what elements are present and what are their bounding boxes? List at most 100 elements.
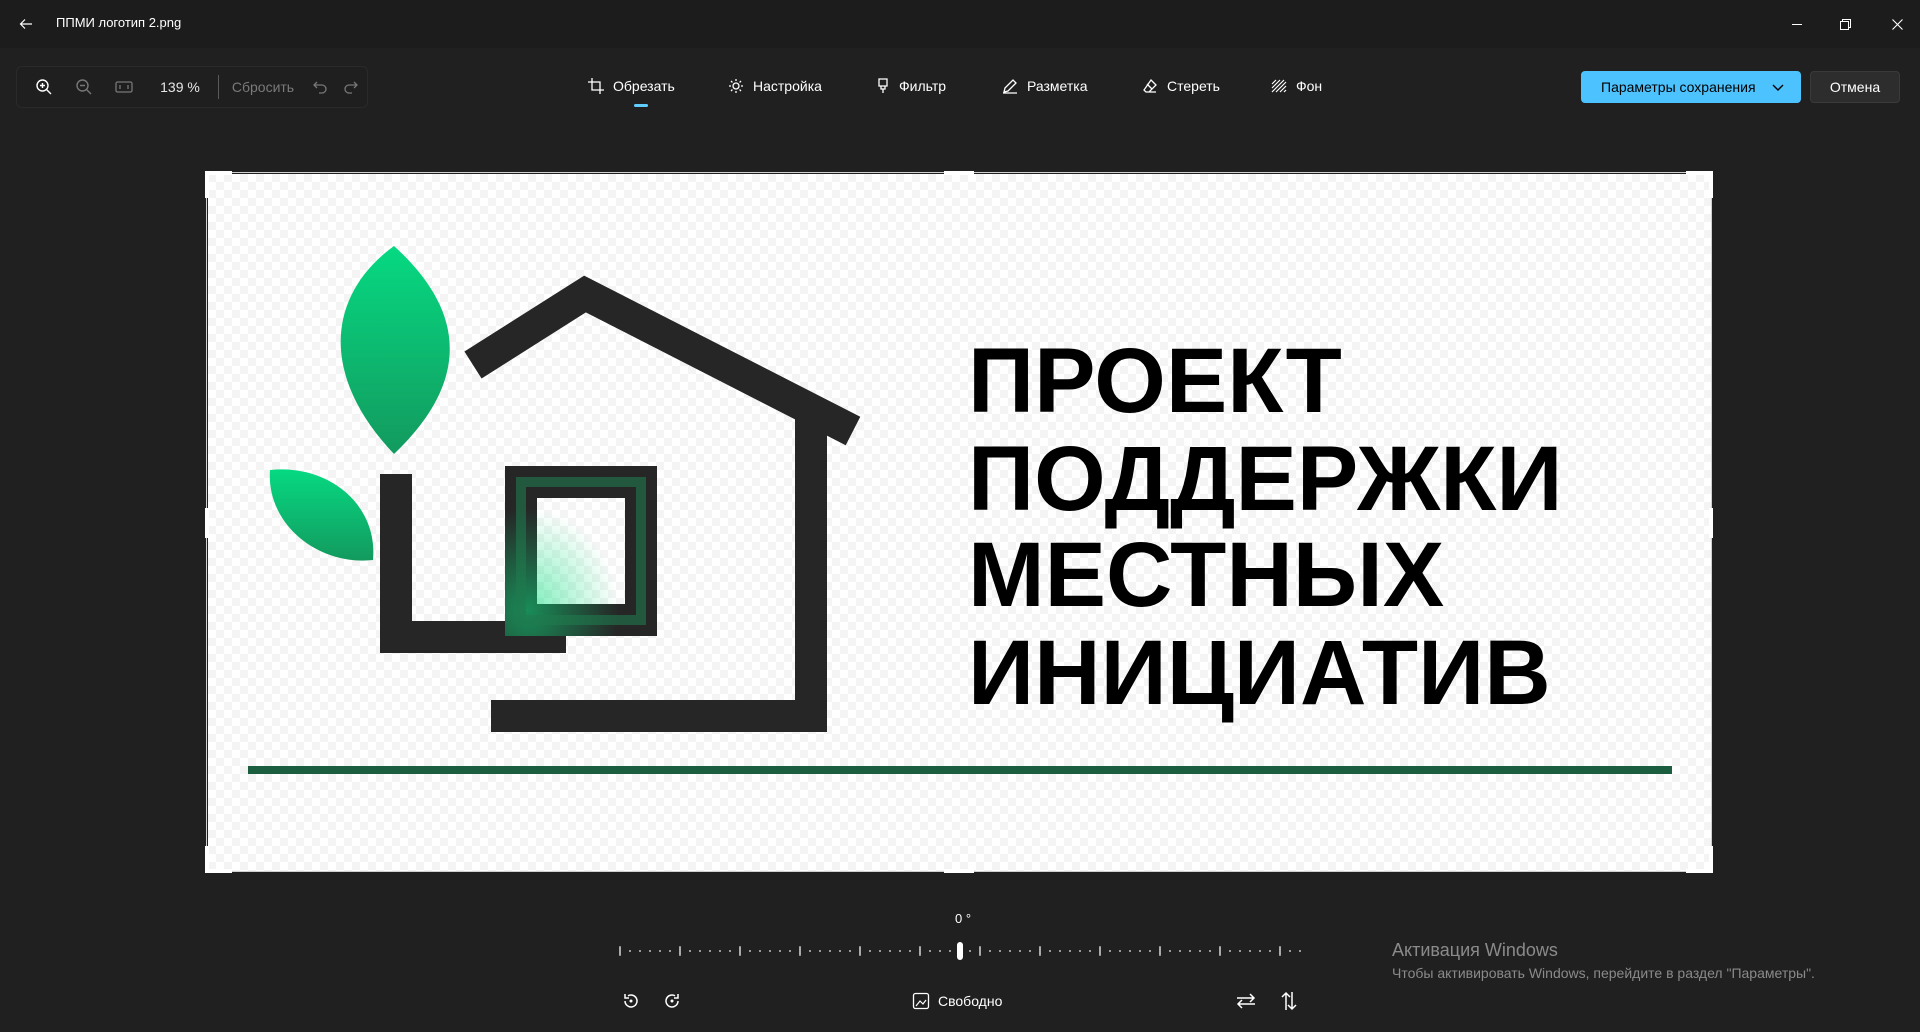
minimize-button[interactable] — [1774, 0, 1820, 48]
cancel-button[interactable]: Отмена — [1810, 71, 1900, 103]
pen-icon — [1003, 79, 1017, 94]
slider-minor-tick — [1059, 950, 1061, 952]
slider-major-tick — [619, 946, 621, 956]
image-canvas[interactable]: ПРОЕКТ ПОДДЕРЖКИ МЕСТНЫХ ИНИЦИАТИВ — [208, 174, 1712, 872]
back-arrow-icon — [19, 19, 32, 29]
crop-handle-bottom-left[interactable] — [204, 844, 234, 874]
zoom-in-button[interactable] — [29, 67, 59, 107]
slider-major-tick — [1219, 946, 1221, 956]
slider-minor-tick — [819, 950, 821, 952]
logo-text-line-4: ИНИЦИАТИВ — [968, 622, 1551, 724]
slider-minor-tick — [1199, 950, 1201, 952]
crop-handle-top-left[interactable] — [204, 170, 234, 200]
active-tool-indicator — [634, 104, 648, 107]
slider-minor-tick — [789, 950, 791, 952]
slider-minor-tick — [1009, 950, 1011, 952]
rotation-angle: 0 ° — [955, 911, 972, 926]
slider-minor-tick — [839, 950, 841, 952]
slider-minor-tick — [709, 950, 711, 952]
slider-minor-tick — [829, 950, 831, 952]
save-options-button[interactable]: Параметры сохранения — [1581, 71, 1801, 103]
slider-minor-tick — [719, 950, 721, 952]
zoom-level[interactable]: 139 % — [149, 67, 211, 107]
aspect-ratio-button[interactable]: Свободно — [912, 988, 1002, 1014]
rotate-left-icon — [624, 994, 638, 1008]
aspect-ratio-icon — [912, 992, 930, 1010]
tool-label: Настройка — [753, 78, 822, 94]
slider-minor-tick — [779, 950, 781, 952]
slider-minor-tick — [1129, 950, 1131, 952]
tool-crop[interactable]: Обрезать — [588, 72, 675, 100]
tool-background[interactable]: Фон — [1271, 72, 1322, 100]
slider-minor-tick — [689, 950, 691, 952]
reset-button[interactable]: Сбросить — [225, 67, 301, 107]
rotate-right-button[interactable] — [656, 985, 688, 1017]
slider-minor-tick — [729, 950, 731, 952]
aspect-ratio-label: Свободно — [938, 993, 1003, 1009]
rotation-thumb[interactable] — [957, 942, 963, 960]
tool-adjust[interactable]: Настройка — [728, 72, 822, 100]
slider-minor-tick — [929, 950, 931, 952]
flip-vertical-button[interactable] — [1273, 985, 1305, 1017]
rotate-right-icon — [665, 994, 679, 1008]
tool-erase[interactable]: Стереть — [1142, 72, 1220, 100]
slider-minor-tick — [869, 950, 871, 952]
activation-watermark-title: Активация Windows — [1392, 940, 1558, 960]
logo-text-line-3: МЕСТНЫХ — [968, 524, 1444, 626]
crop-handle-right[interactable] — [1708, 508, 1714, 538]
close-button[interactable] — [1874, 0, 1920, 48]
slider-minor-tick — [1069, 950, 1071, 952]
flip-horizontal-button[interactable] — [1230, 985, 1262, 1017]
crop-handle-bottom[interactable] — [944, 868, 974, 874]
brightness-icon — [729, 79, 743, 93]
slider-minor-tick — [639, 950, 641, 952]
slider-minor-tick — [1119, 950, 1121, 952]
rotate-left-button[interactable] — [615, 985, 647, 1017]
slider-minor-tick — [669, 950, 671, 952]
slider-minor-tick — [749, 950, 751, 952]
zoom-out-icon — [76, 79, 92, 95]
redo-button[interactable] — [337, 67, 365, 107]
slider-minor-tick — [1029, 950, 1031, 952]
tool-label: Фильтр — [899, 78, 947, 94]
logo-image: ПРОЕКТ ПОДДЕРЖКИ МЕСТНЫХ ИНИЦИАТИВ — [208, 174, 1712, 872]
tool-label: Обрезать — [613, 78, 675, 94]
slider-major-tick — [1159, 946, 1161, 956]
tool-filter[interactable]: Фильтр — [876, 72, 946, 100]
slider-minor-tick — [1259, 950, 1261, 952]
slider-major-tick — [979, 946, 981, 956]
slider-minor-tick — [1289, 950, 1291, 952]
close-icon — [1891, 18, 1903, 30]
crop-handle-top[interactable] — [944, 170, 974, 176]
slider-minor-tick — [1019, 950, 1021, 952]
slider-minor-tick — [1179, 950, 1181, 952]
redo-icon — [344, 81, 358, 94]
slider-minor-tick — [879, 950, 881, 952]
back-button[interactable] — [10, 8, 42, 40]
tool-label: Стереть — [1167, 78, 1220, 94]
slider-minor-tick — [1079, 950, 1081, 952]
crop-handle-left[interactable] — [204, 508, 210, 538]
slider-minor-tick — [1189, 950, 1191, 952]
flip-vertical-icon — [1281, 991, 1297, 1011]
slider-minor-tick — [949, 950, 951, 952]
undo-button[interactable] — [306, 67, 334, 107]
slider-major-tick — [1099, 946, 1101, 956]
logo-text-line-2: ПОДДЕРЖКИ — [968, 428, 1563, 530]
slider-minor-tick — [939, 950, 941, 952]
fit-to-window-button[interactable] — [109, 67, 139, 107]
slider-minor-tick — [1249, 950, 1251, 952]
slider-minor-tick — [1169, 950, 1171, 952]
rotation-slider[interactable] — [618, 942, 1302, 960]
slider-minor-tick — [649, 950, 651, 952]
activation-watermark-subtitle: Чтобы активировать Windows, перейдите в … — [1392, 965, 1815, 981]
crop-handle-bottom-right[interactable] — [1684, 844, 1714, 874]
slider-minor-tick — [769, 950, 771, 952]
slider-major-tick — [919, 946, 921, 956]
slider-minor-tick — [659, 950, 661, 952]
restore-button[interactable] — [1822, 0, 1868, 48]
logo-underline — [248, 766, 1672, 774]
zoom-out-button[interactable] — [69, 67, 99, 107]
crop-handle-top-right[interactable] — [1684, 170, 1714, 200]
tool-markup[interactable]: Разметка — [1002, 72, 1088, 100]
